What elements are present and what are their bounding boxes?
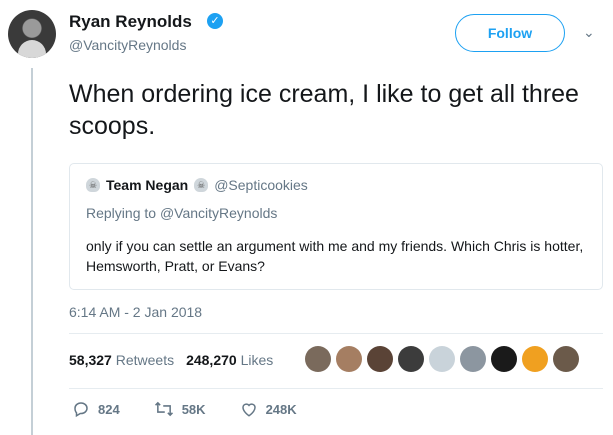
quoted-author-name: Team Negan (106, 177, 189, 193)
retweet-icon (154, 401, 173, 417)
thread-line (31, 68, 33, 435)
divider (69, 388, 603, 389)
tweet-text: When ordering ice cream, I like to get a… (69, 80, 579, 140)
retweet-count: 58K (181, 401, 206, 417)
liker-avatar[interactable] (522, 346, 548, 372)
author-name[interactable]: Ryan Reynolds (69, 12, 192, 32)
more-options-chevron-icon[interactable]: ⌄ (583, 24, 595, 41)
retweets-count: 58,327 (69, 352, 112, 368)
retweets-stat[interactable]: 58,327 Retweets (69, 352, 174, 368)
divider (69, 333, 603, 334)
replying-to: Replying to @VancityReynolds (86, 205, 277, 221)
liker-avatar[interactable] (398, 346, 424, 372)
liker-avatar[interactable] (460, 346, 486, 372)
retweets-label: Retweets (115, 352, 175, 368)
reply-icon (74, 402, 88, 418)
like-count: 248K (265, 401, 297, 417)
liker-avatar[interactable] (305, 346, 331, 372)
liker-avatar[interactable] (491, 346, 517, 372)
author-avatar[interactable] (8, 10, 56, 58)
quoted-tweet[interactable]: ☠ Team Negan ☠ @Septicookies Replying to… (69, 163, 603, 290)
like-button[interactable]: 248K (240, 400, 297, 418)
quoted-tweet-text: only if you can settle an argument with … (86, 238, 584, 274)
quoted-author-handle: @Septicookies (214, 177, 308, 193)
reply-count: 824 (98, 401, 120, 417)
likes-stat[interactable]: 248,270 Likes (186, 352, 273, 368)
retweet-button[interactable]: 58K (154, 400, 206, 418)
liker-avatar[interactable] (553, 346, 579, 372)
quoted-tweet-header: ☠ Team Negan ☠ @Septicookies (86, 177, 308, 193)
liker-avatar[interactable] (429, 346, 455, 372)
likes-count: 248,270 (186, 352, 237, 368)
replying-to-label: Replying to (86, 205, 157, 221)
liker-avatars (305, 346, 579, 372)
skull-icon: ☠ (86, 178, 100, 192)
liker-avatar[interactable] (367, 346, 393, 372)
engagement-stats: 58,327 Retweets 248,270 Likes (69, 352, 273, 368)
author-handle[interactable]: @VancityReynolds (69, 37, 186, 53)
follow-button[interactable]: Follow (455, 14, 565, 52)
replying-to-mention[interactable]: @VancityReynolds (160, 205, 277, 221)
reply-button[interactable]: 824 (72, 400, 120, 418)
likes-label: Likes (240, 352, 274, 368)
skull-icon: ☠ (194, 178, 209, 192)
tweet-actions: 824 58K 248K (72, 400, 331, 418)
verified-badge-icon: ✓ (207, 13, 223, 29)
liker-avatar[interactable] (336, 346, 362, 372)
tweet-timestamp[interactable]: 6:14 AM - 2 Jan 2018 (69, 304, 202, 320)
heart-icon (241, 403, 256, 417)
